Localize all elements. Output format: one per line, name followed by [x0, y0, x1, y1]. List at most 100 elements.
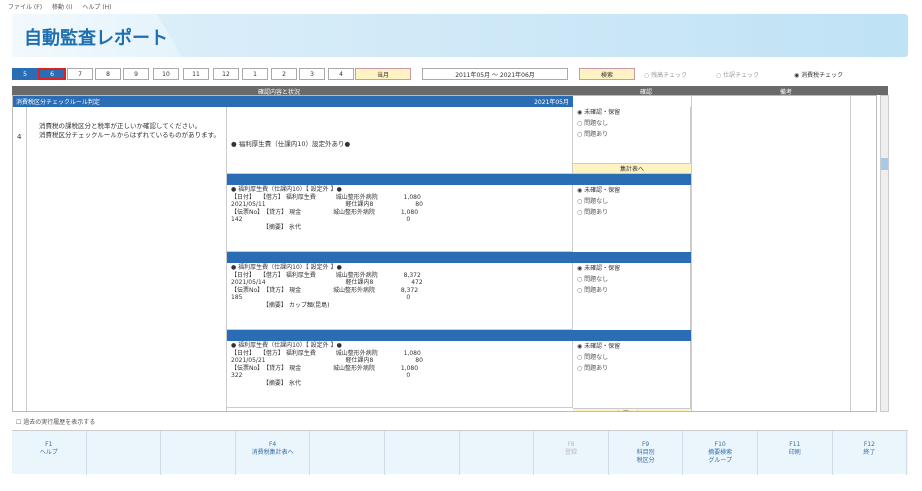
check-option-0[interactable]: ◉ 未確認・保留 — [573, 263, 690, 274]
month-button-9[interactable]: 9 — [123, 68, 149, 80]
filter-label: 仕訳チェック — [723, 72, 760, 79]
rule-title: 消費税区分チェックルール判定 — [16, 99, 100, 106]
check-option-1[interactable]: ○ 問題なし — [573, 274, 690, 285]
fkey-label: 消費税集計表へ — [251, 449, 294, 456]
question-cell — [27, 107, 227, 411]
filter-radio-0[interactable]: ○ 残高チェック — [644, 70, 687, 79]
fkey-f9[interactable]: F9 科目別 税区分 — [609, 431, 684, 475]
month-button-2[interactable]: 2 — [271, 68, 297, 80]
grid-header: 確認内容と状況 確認 備考 — [12, 86, 888, 96]
history-toggle[interactable]: ☐ 過去の実行履歴を表示する — [16, 417, 95, 426]
check-options: ◉ 未確認・保留 ○ 問題なし ○ 問題あり — [573, 341, 691, 411]
check-option-label: 未確認・保留 — [584, 343, 621, 350]
fkey-empty — [161, 431, 236, 475]
month-button-1[interactable]: 1 — [242, 68, 268, 80]
section-divider — [227, 174, 691, 185]
note-column[interactable] — [691, 96, 851, 411]
check-option-2[interactable]: ○ 問題あり — [573, 363, 690, 374]
fkey-f10[interactable]: F10 摘要検索 グループ — [683, 431, 758, 475]
check-option-2[interactable]: ○ 問題あり — [573, 285, 690, 296]
check-option-label: 未確認・保留 — [584, 109, 621, 116]
check-option-label: 問題あり — [584, 287, 609, 294]
section-divider — [227, 330, 691, 341]
check-option-label: 問題あり — [584, 131, 609, 138]
page-title: 自動監査レポート — [24, 28, 168, 49]
check-option-label: 問題なし — [584, 198, 609, 205]
scroll-thumb[interactable] — [881, 158, 888, 170]
fkey-f4[interactable]: F4 消費税集計表へ — [236, 431, 311, 475]
search-button[interactable]: 検索 — [579, 68, 635, 80]
menu-bar: ファイル (F) 移動 (I) ヘルプ (H) — [0, 0, 922, 12]
check-option-1[interactable]: ○ 問題なし — [573, 118, 690, 129]
fkey-empty — [310, 431, 385, 475]
summary-button[interactable]: 集計表へ — [573, 163, 691, 173]
history-label: 過去の実行履歴を表示する — [23, 419, 96, 426]
fkey-code: F9 — [641, 441, 650, 448]
fkey-code: F8 — [567, 441, 575, 448]
month-button-11[interactable]: 11 — [183, 68, 209, 80]
fkey-code: F10 — [714, 441, 726, 448]
check-option-0[interactable]: ◉ 未確認・保留 — [573, 185, 690, 196]
rule-header: 消費税区分チェックルール判定 2021年05月 — [13, 96, 573, 107]
entry-cell — [227, 263, 573, 330]
fkey-code: F1 — [45, 441, 53, 448]
fkey-f12[interactable]: F12 終了 — [833, 431, 908, 475]
fkey-label: 印刷 — [788, 449, 801, 456]
check-option-1[interactable]: ○ 問題なし — [573, 196, 690, 207]
fkey-f8[interactable]: F8 登録 — [534, 431, 609, 475]
check-option-0[interactable]: ◉ 未確認・保留 — [573, 107, 690, 118]
summary-text: ● 福利厚生費（仕課内10）設定外あり● — [231, 140, 351, 148]
check-option-1[interactable]: ○ 問題なし — [573, 352, 690, 363]
check-option-label: 問題なし — [584, 120, 609, 127]
report-table: 消費税区分チェックルール判定 2021年05月 4 消費税の課税区分と税率が正し… — [12, 95, 877, 412]
month-button-6[interactable]: 6 — [38, 68, 66, 80]
check-option-2[interactable]: ○ 問題あり — [573, 207, 690, 218]
question-text: 消費税の課税区分と税率が正しいか確認してください。 消費税区分チェックルールから… — [39, 122, 220, 139]
menu-move[interactable]: 移動 (I) — [52, 2, 72, 11]
period-range: 2011年05月 ～ 2021年06月 — [422, 68, 568, 80]
fkey-code: F4 — [268, 441, 277, 448]
section-divider — [227, 252, 691, 263]
row-number-cell: 4 — [13, 107, 27, 411]
month-button-10[interactable]: 10 — [153, 68, 179, 80]
check-option-label: 未確認・保留 — [584, 265, 621, 272]
filter-label: 消費税チェック — [801, 72, 844, 79]
month-button-7[interactable]: 7 — [67, 68, 93, 80]
fkey-label: 摘要検索 グループ — [708, 449, 733, 464]
voucher-button[interactable]: 伝票入力へ — [573, 408, 691, 411]
month-button-5[interactable]: 5 — [12, 68, 38, 80]
fkey-f1[interactable]: F1 ヘルプ — [12, 431, 87, 475]
current-month-button[interactable]: 当月 — [355, 68, 411, 80]
row-number: 4 — [17, 133, 22, 141]
fkey-empty — [385, 431, 460, 475]
filter-radio-2[interactable]: ◉ 消費税チェック — [794, 70, 843, 79]
check-option-2[interactable]: ○ 問題あり — [573, 129, 690, 140]
check-option-label: 未確認・保留 — [584, 187, 621, 194]
check-option-label: 問題あり — [584, 209, 609, 216]
fkey-label: 登録 — [564, 449, 577, 456]
title-banner: 自動監査レポート — [12, 14, 908, 57]
menu-help[interactable]: ヘルプ (H) — [82, 2, 111, 11]
fkey-label: ヘルプ — [39, 449, 58, 456]
fkey-empty — [87, 431, 162, 475]
rule-year-month: 2021年05月 — [534, 99, 569, 106]
fkey-f11[interactable]: F11 印刷 — [758, 431, 833, 475]
filter-radio-1[interactable]: ○ 仕訳チェック — [716, 70, 759, 79]
entry-cell — [227, 341, 573, 408]
month-button-8[interactable]: 8 — [95, 68, 121, 80]
fkey-label: 科目別 税区分 — [636, 449, 655, 464]
check-option-label: 問題あり — [584, 365, 609, 372]
month-button-4[interactable]: 4 — [328, 68, 354, 80]
fkey-code: F12 — [863, 441, 875, 448]
fkey-empty — [460, 431, 535, 475]
function-key-bar: F1 ヘルプ F4 消費税集計表へ F8 登録 F9 科目別 税区分 F10 摘要検索 グループ F… — [12, 430, 908, 475]
check-option-0[interactable]: ◉ 未確認・保留 — [573, 341, 690, 352]
fkey-label: 終了 — [863, 449, 876, 456]
check-option-label: 問題なし — [584, 276, 609, 283]
month-button-12[interactable]: 12 — [213, 68, 239, 80]
month-bar: 5 6 7 8 9 10 11 12 1 2 3 4 当月 2011年05月 ～ 2021年06月 検索 ○ … — [12, 68, 908, 82]
menu-file[interactable]: ファイル (F) — [8, 2, 42, 11]
month-button-3[interactable]: 3 — [299, 68, 325, 80]
filter-label: 残高チェック — [651, 72, 688, 79]
vertical-scrollbar[interactable] — [880, 95, 889, 412]
